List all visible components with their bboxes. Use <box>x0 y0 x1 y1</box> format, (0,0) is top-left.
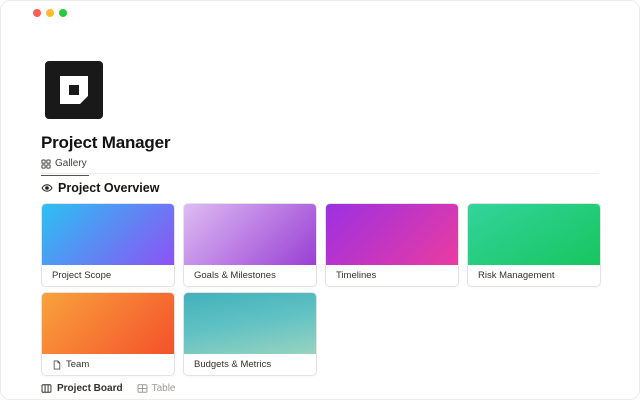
page-title: Project Manager <box>41 133 170 153</box>
card-meta: Risk Management <box>468 265 600 286</box>
database-title: Project Board <box>57 383 123 394</box>
zoom-button[interactable] <box>59 9 67 17</box>
card-timelines[interactable]: Timelines <box>325 203 459 287</box>
page-logo-icon[interactable] <box>45 61 103 119</box>
logo-inner-shape <box>60 76 88 104</box>
minimize-button[interactable] <box>46 9 54 17</box>
app-window: Project Manager Gallery Project Overview <box>0 0 640 400</box>
tabs-divider <box>41 173 599 174</box>
cards-grid: Project Scope Goals & Milestones Timelin… <box>41 203 601 376</box>
section-heading: Project Overview <box>41 181 159 195</box>
tab-table[interactable]: Table <box>137 383 176 394</box>
eye-icon <box>41 182 53 194</box>
gallery-grid-icon <box>41 159 51 169</box>
window-controls <box>33 9 67 17</box>
card-label: Risk Management <box>478 270 555 281</box>
card-meta: Project Scope <box>42 265 174 286</box>
card-cover-image <box>42 204 174 265</box>
card-budgets-metrics[interactable]: Budgets & Metrics <box>183 292 317 376</box>
card-cover-image <box>184 204 316 265</box>
close-button[interactable] <box>33 9 41 17</box>
card-cover-image <box>468 204 600 265</box>
table-tab-label: Table <box>152 383 176 394</box>
table-icon <box>137 383 148 394</box>
card-risk-management[interactable]: Risk Management <box>467 203 601 287</box>
page-icon <box>52 360 62 370</box>
card-label: Goals & Milestones <box>194 270 276 281</box>
card-label: Budgets & Metrics <box>194 359 271 370</box>
board-columns-icon <box>41 383 52 394</box>
card-meta: Team <box>42 354 174 375</box>
card-cover-image <box>326 204 458 265</box>
footer-database-row: Project Board Table <box>41 383 175 394</box>
card-cover-image <box>42 293 174 354</box>
logo-dot <box>69 85 79 95</box>
card-label: Timelines <box>336 270 376 281</box>
card-meta: Budgets & Metrics <box>184 354 316 375</box>
card-label: Project Scope <box>52 270 111 281</box>
card-team[interactable]: Team <box>41 292 175 376</box>
card-meta: Timelines <box>326 265 458 286</box>
section-title: Project Overview <box>58 181 159 195</box>
card-cover-image <box>184 293 316 354</box>
card-label: Team <box>66 359 89 370</box>
card-goals-milestones[interactable]: Goals & Milestones <box>183 203 317 287</box>
database-project-board[interactable]: Project Board <box>41 383 123 394</box>
tab-gallery-label: Gallery <box>55 158 87 169</box>
card-meta: Goals & Milestones <box>184 265 316 286</box>
card-project-scope[interactable]: Project Scope <box>41 203 175 287</box>
